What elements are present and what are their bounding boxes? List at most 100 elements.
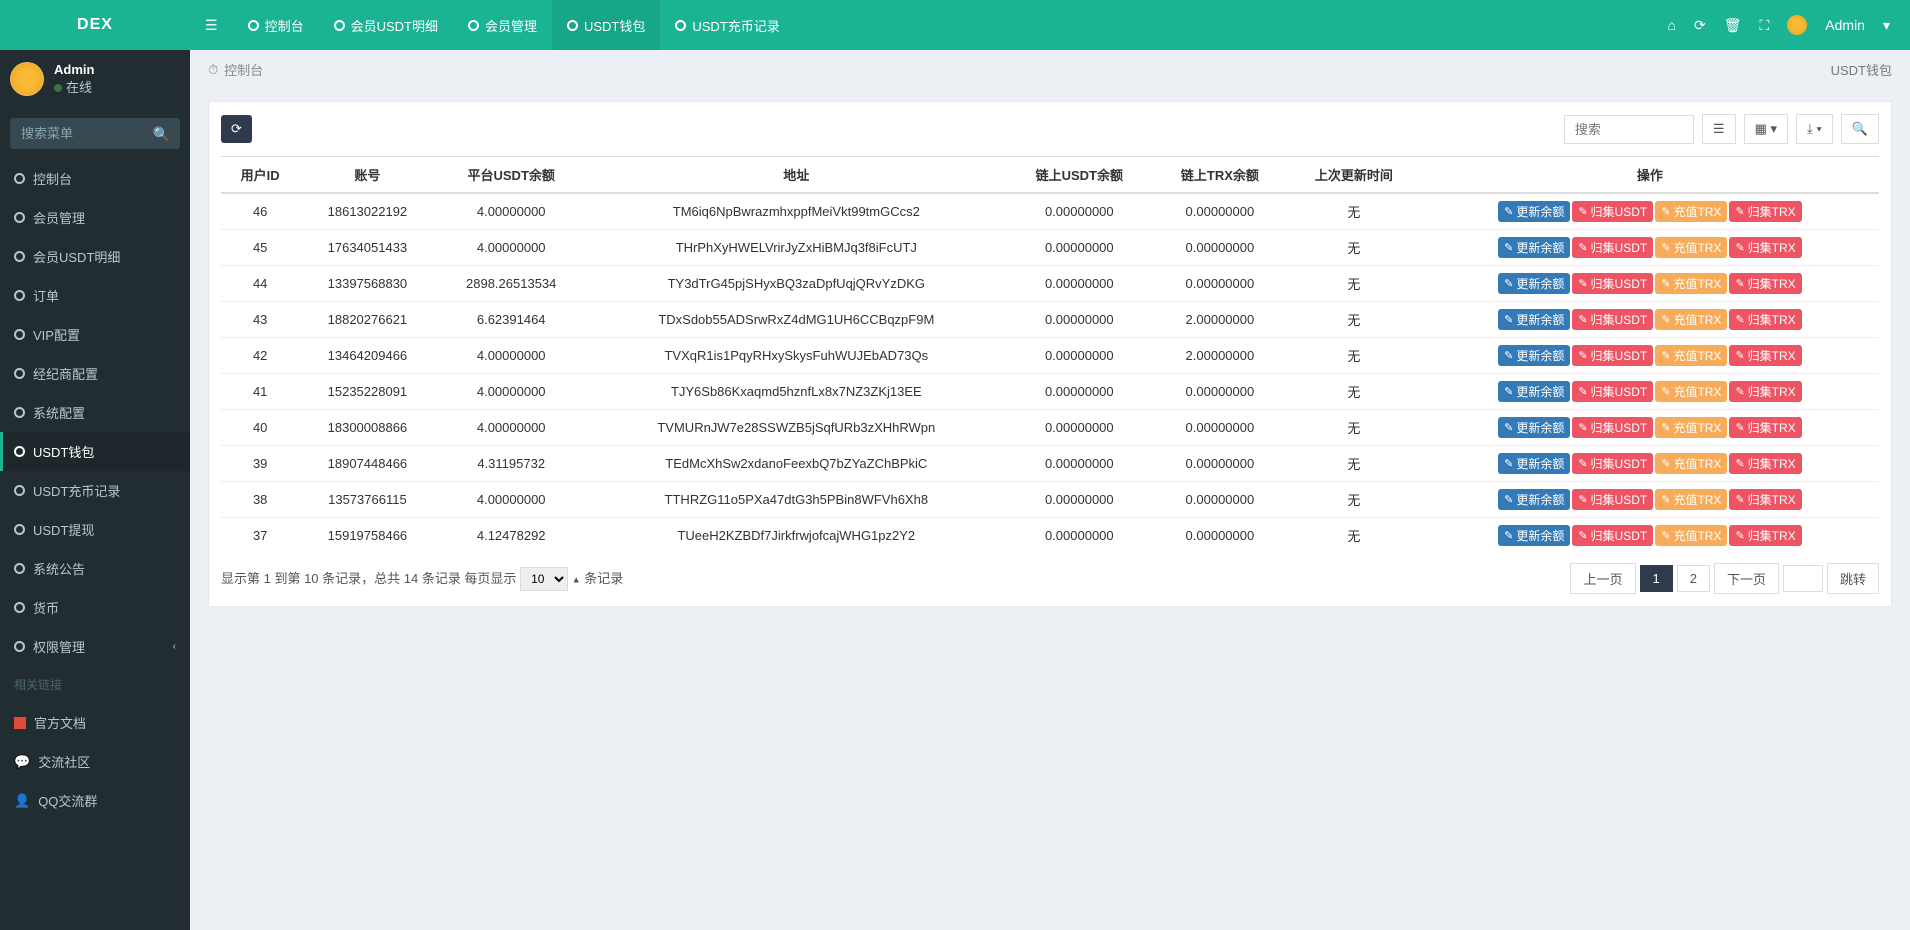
- sidebar-link[interactable]: 官方文档: [0, 703, 190, 742]
- table-cell: 38: [221, 482, 299, 518]
- collect-usdt-button[interactable]: 归集USDT: [1572, 201, 1653, 222]
- sidebar-link[interactable]: 👤QQ交流群: [0, 781, 190, 820]
- collect-trx-button[interactable]: 归集TRX: [1729, 453, 1801, 474]
- column-header[interactable]: 上次更新时间: [1287, 157, 1421, 194]
- sidebar-item[interactable]: 会员管理: [0, 198, 190, 237]
- recharge-trx-button[interactable]: 充值TRX: [1655, 381, 1727, 402]
- update-balance-button[interactable]: 更新余额: [1498, 453, 1570, 474]
- top-tab[interactable]: 会员管理: [453, 0, 552, 50]
- recharge-trx-button[interactable]: 充值TRX: [1655, 201, 1727, 222]
- recharge-trx-button[interactable]: 充值TRX: [1655, 237, 1727, 258]
- update-balance-button[interactable]: 更新余额: [1498, 525, 1570, 546]
- sidebar-item[interactable]: USDT提现: [0, 510, 190, 549]
- top-tab[interactable]: USDT充币记录: [660, 0, 794, 50]
- sidebar-item[interactable]: 会员USDT明细: [0, 237, 190, 276]
- recharge-trx-button[interactable]: 充值TRX: [1655, 489, 1727, 510]
- sidebar-item[interactable]: USDT钱包: [0, 432, 190, 471]
- top-tab[interactable]: 会员USDT明细: [319, 0, 453, 50]
- collect-trx-button[interactable]: 归集TRX: [1729, 345, 1801, 366]
- admin-label[interactable]: Admin: [1825, 17, 1865, 33]
- sidebar-item[interactable]: 订单: [0, 276, 190, 315]
- sidebar-item[interactable]: 货币: [0, 588, 190, 627]
- table-cell: 0.00000000: [1006, 446, 1153, 482]
- recharge-trx-button[interactable]: 充值TRX: [1655, 273, 1727, 294]
- sidebar-item[interactable]: 系统公告: [0, 549, 190, 588]
- recharge-trx-button[interactable]: 充值TRX: [1655, 417, 1727, 438]
- column-header[interactable]: 地址: [587, 157, 1006, 194]
- search-button-icon[interactable]: 🔍: [1841, 114, 1879, 144]
- caret-down-icon[interactable]: ▾: [1883, 17, 1890, 34]
- top-tab[interactable]: 控制台: [233, 0, 319, 50]
- table-cell: 0.00000000: [1153, 230, 1287, 266]
- fullscreen-icon[interactable]: ⛶: [1759, 17, 1769, 34]
- jump-button[interactable]: 跳转: [1827, 563, 1879, 594]
- sidebar-item[interactable]: VIP配置: [0, 315, 190, 354]
- collect-usdt-button[interactable]: 归集USDT: [1572, 453, 1653, 474]
- collect-usdt-button[interactable]: 归集USDT: [1572, 273, 1653, 294]
- collect-trx-button[interactable]: 归集TRX: [1729, 309, 1801, 330]
- collect-usdt-button[interactable]: 归集USDT: [1572, 417, 1653, 438]
- table-cell: 0.00000000: [1153, 266, 1287, 302]
- trash-icon[interactable]: 🗑: [1724, 17, 1742, 34]
- table-cell: 18820276621: [299, 302, 435, 338]
- column-header[interactable]: 操作: [1421, 157, 1879, 194]
- sidebar-item[interactable]: 权限管理‹: [0, 627, 190, 666]
- recharge-trx-button[interactable]: 充值TRX: [1655, 453, 1727, 474]
- collect-trx-button[interactable]: 归集TRX: [1729, 237, 1801, 258]
- collect-trx-button[interactable]: 归集TRX: [1729, 381, 1801, 402]
- collect-usdt-button[interactable]: 归集USDT: [1572, 237, 1653, 258]
- table-header-row: 用户ID账号平台USDT余额地址链上USDT余额链上TRX余额上次更新时间操作: [221, 157, 1879, 194]
- recharge-trx-button[interactable]: 充值TRX: [1655, 345, 1727, 366]
- page-size-select[interactable]: 10: [520, 567, 568, 591]
- sidebar-item[interactable]: 控制台: [0, 159, 190, 198]
- prev-page-button[interactable]: 上一页: [1570, 563, 1635, 594]
- refresh-icon[interactable]: ⟳: [1694, 17, 1706, 34]
- update-balance-button[interactable]: 更新余额: [1498, 489, 1570, 510]
- actions-cell: 更新余额归集USDT充值TRX归集TRX: [1421, 374, 1879, 410]
- column-header[interactable]: 用户ID: [221, 157, 299, 194]
- page-button[interactable]: 2: [1677, 565, 1710, 592]
- circle-icon: [14, 212, 25, 223]
- collect-usdt-button[interactable]: 归集USDT: [1572, 525, 1653, 546]
- collect-trx-button[interactable]: 归集TRX: [1729, 525, 1801, 546]
- collect-usdt-button[interactable]: 归集USDT: [1572, 381, 1653, 402]
- collect-trx-button[interactable]: 归集TRX: [1729, 417, 1801, 438]
- top-tab[interactable]: USDT钱包: [552, 0, 660, 50]
- collect-trx-button[interactable]: 归集TRX: [1729, 489, 1801, 510]
- table-cell: TM6iq6NpBwrazmhxppfMeiVkt99tmGCcs2: [587, 193, 1006, 230]
- sidebar-item[interactable]: 经纪商配置: [0, 354, 190, 393]
- refresh-button[interactable]: ⟳: [221, 115, 252, 143]
- column-header[interactable]: 链上TRX余额: [1153, 157, 1287, 194]
- column-header[interactable]: 账号: [299, 157, 435, 194]
- collect-usdt-button[interactable]: 归集USDT: [1572, 489, 1653, 510]
- collect-usdt-button[interactable]: 归集USDT: [1572, 345, 1653, 366]
- menu-toggle-icon[interactable]: ☰: [190, 17, 233, 34]
- update-balance-button[interactable]: 更新余额: [1498, 237, 1570, 258]
- recharge-trx-button[interactable]: 充值TRX: [1655, 309, 1727, 330]
- export-icon[interactable]: ⤓ ▾: [1796, 114, 1833, 144]
- update-balance-button[interactable]: 更新余额: [1498, 345, 1570, 366]
- breadcrumb-home[interactable]: 控制台: [224, 60, 263, 79]
- update-balance-button[interactable]: 更新余额: [1498, 417, 1570, 438]
- sidebar-item[interactable]: 系统配置: [0, 393, 190, 432]
- column-header[interactable]: 平台USDT余额: [435, 157, 587, 194]
- collect-trx-button[interactable]: 归集TRX: [1729, 273, 1801, 294]
- page-button[interactable]: 1: [1640, 565, 1673, 592]
- grid-view-icon[interactable]: ▦ ▾: [1744, 114, 1788, 144]
- search-icon[interactable]: 🔍: [153, 126, 170, 143]
- toggle-view-icon[interactable]: ☰: [1702, 114, 1736, 144]
- recharge-trx-button[interactable]: 充值TRX: [1655, 525, 1727, 546]
- home-icon[interactable]: ⌂: [1667, 17, 1675, 33]
- sidebar-link[interactable]: 💬交流社区: [0, 742, 190, 781]
- page-jump-input[interactable]: [1783, 565, 1823, 592]
- collect-trx-button[interactable]: 归集TRX: [1729, 201, 1801, 222]
- update-balance-button[interactable]: 更新余额: [1498, 201, 1570, 222]
- update-balance-button[interactable]: 更新余额: [1498, 309, 1570, 330]
- collect-usdt-button[interactable]: 归集USDT: [1572, 309, 1653, 330]
- next-page-button[interactable]: 下一页: [1714, 563, 1779, 594]
- search-input[interactable]: [1564, 115, 1694, 144]
- sidebar-item[interactable]: USDT充币记录: [0, 471, 190, 510]
- update-balance-button[interactable]: 更新余额: [1498, 381, 1570, 402]
- column-header[interactable]: 链上USDT余额: [1006, 157, 1153, 194]
- update-balance-button[interactable]: 更新余额: [1498, 273, 1570, 294]
